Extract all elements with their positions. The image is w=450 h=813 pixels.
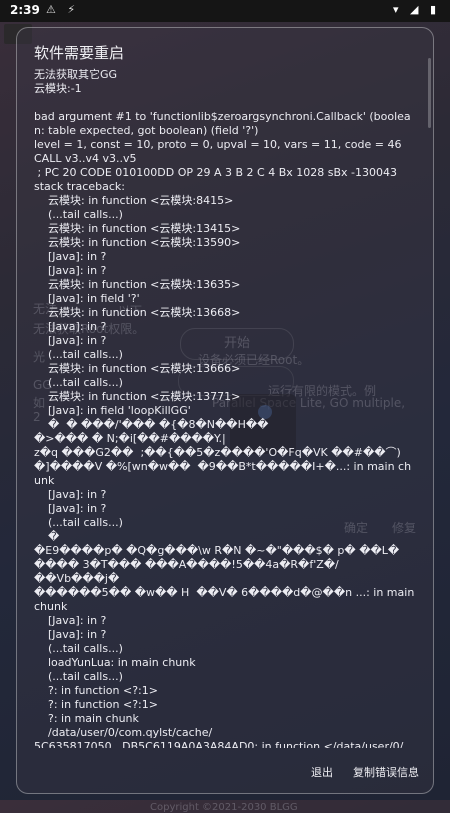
dialog-message[interactable]: 无法获取其它GG 云模块:-1 bad argument #1 to 'functi… <box>34 68 416 748</box>
message-line: 云模块: in function <云模块:13668> <box>34 306 241 319</box>
message-line: 云模块: in function <云模块:13666> <box>34 362 241 375</box>
message-line: 无法获取其它GG <box>34 68 118 81</box>
message-line: [Java]: in field 'loopKillGG' <box>34 404 191 417</box>
message-line: [Java]: in ? <box>34 488 107 501</box>
message-line: CALL v3..v4 v3..v5 <box>34 152 137 165</box>
copy-error-button[interactable]: 复制错误信息 <box>353 764 419 780</box>
message-line: [Java]: in ? <box>34 320 107 333</box>
message-line: 云模块: in function <云模块:13415> <box>34 222 241 235</box>
message-line: 云模块: in function <云模块:13635> <box>34 278 241 291</box>
message-line: loadYunLua: in main chunk <box>34 656 196 669</box>
message-line <box>34 96 416 110</box>
message-line: z�q ���G2�� ;��{��5�z����'O�Fq�VK ��#��⌒… <box>34 446 401 459</box>
dialog-title: 软件需要重启 <box>34 44 125 62</box>
message-line: ?: in function <?:1> <box>34 684 158 697</box>
message-line: stack traceback: <box>34 180 125 193</box>
message-line: bad argument #1 to 'functionlib$zeroargs… <box>34 110 411 137</box>
message-line: [Java]: in ? <box>34 250 107 263</box>
message-line: /data/user/0/com.qylst/cache/ <box>34 726 213 739</box>
message-line: level = 1, const = 10, proto = 0, upval … <box>34 138 402 151</box>
message-line: (...tail calls...) <box>34 376 123 389</box>
message-line: ���� 3�T��� ���A����!5��4a�R�f'Z�/ <box>34 558 339 571</box>
message-line: ��Vb���j� <box>34 572 120 585</box>
message-line: 5C635817050...DB5C6119A0A3A84AD0: in fun… <box>34 740 404 748</box>
message-line: � � ���/'��� �{�8�N��H�� <box>34 418 272 431</box>
message-line: [Java]: in ? <box>34 614 107 627</box>
message-line: ; PC 20 CODE 010100DD OP 29 A 3 B 2 C 4 … <box>34 166 398 179</box>
message-line: � <box>34 530 60 543</box>
notification-icons: ⚠ ⚡ <box>46 3 80 16</box>
status-time: 2:39 <box>10 3 40 17</box>
message-line: (...tail calls...) <box>34 670 123 683</box>
message-line: [Java]: in ? <box>34 628 107 641</box>
message-line: ?: in function <?:1> <box>34 698 158 711</box>
status-bar: 2:39 ⚠ ⚡ ▾ ◢ ▮ <box>0 0 450 22</box>
message-line: [Java]: in ? <box>34 264 107 277</box>
message-line: [Java]: in ? <box>34 502 107 515</box>
message-line: (...tail calls...) <box>34 516 123 529</box>
message-line: �>��� � N;�i[��#����Y.| <box>34 432 226 445</box>
message-line: 云模块: in function <云模块:8415> <box>34 194 234 207</box>
message-line: 云模块: in function <云模块:13590> <box>34 236 241 249</box>
bg-footer: Copyright ©2021-2030 BLGG <box>150 802 298 813</box>
message-line: �E9����p� �Q�g���\w R�N �~�"���$� p� ��L… <box>34 544 400 557</box>
message-line: (...tail calls...) <box>34 208 123 221</box>
message-line: ?: in main chunk <box>34 712 139 725</box>
message-line: ������5�� �w�� H ��V� 6����d�@��n ...: i… <box>34 586 415 613</box>
error-dialog: 软件需要重启 无法获取其它GG 云模块:-1 bad argument #1 to … <box>16 27 434 794</box>
message-line: [Java]: in field '?' <box>34 292 140 305</box>
message-line: (...tail calls...) <box>34 348 123 361</box>
system-icons: ▾ ◢ ▮ <box>392 3 440 16</box>
exit-button[interactable]: 退出 <box>311 764 333 780</box>
message-line: 云模块:-1 <box>34 82 82 95</box>
message-line: 云模块: in function <云模块:13771> <box>34 390 241 403</box>
message-line: �]����V �%[wn�w�� �9��B*t�����I+�...: in… <box>34 460 412 487</box>
dialog-scrollbar[interactable] <box>428 58 431 128</box>
message-line: (...tail calls...) <box>34 642 123 655</box>
message-line: [Java]: in ? <box>34 334 107 347</box>
